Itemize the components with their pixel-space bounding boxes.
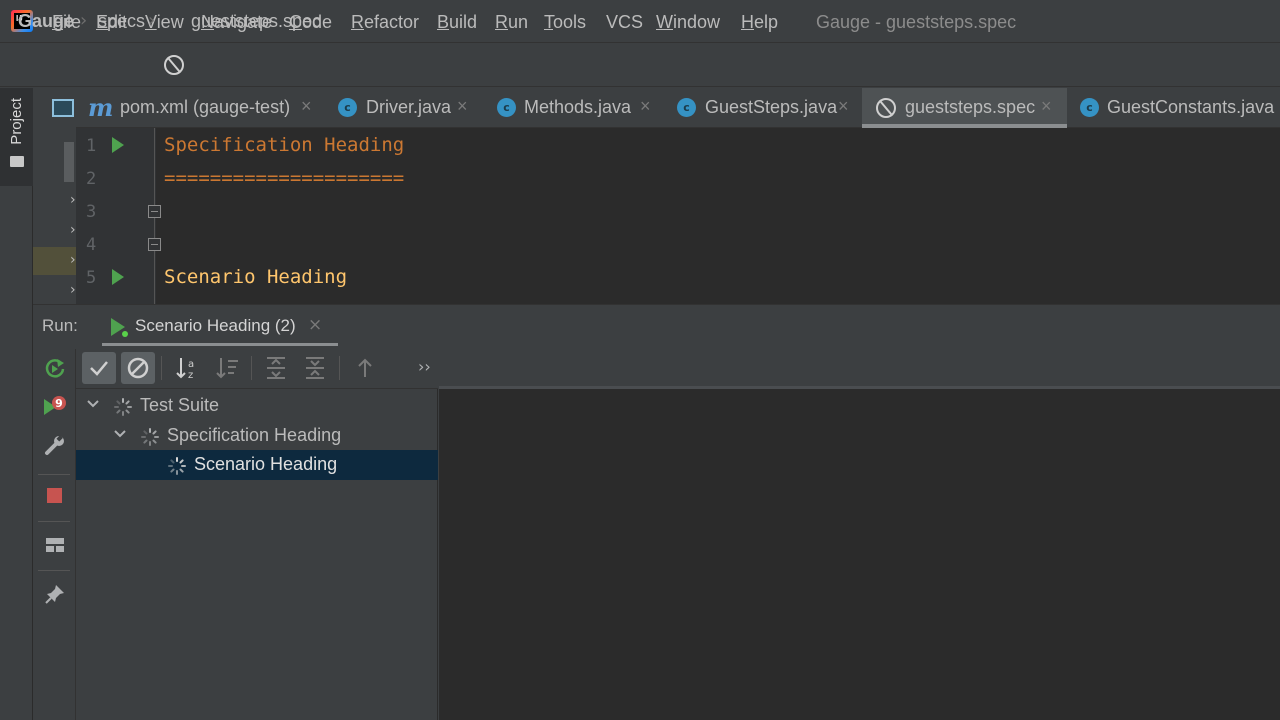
breadcrumb-separator-icon: › — [80, 10, 88, 31]
chevron-right-icon[interactable]: › — [70, 282, 76, 298]
tab-guestconstants-java[interactable]: c GuestConstants.java — [1072, 88, 1280, 128]
chevron-right-icon[interactable]: › — [70, 192, 76, 208]
show-ignored-button[interactable] — [121, 352, 155, 384]
console-output[interactable] — [439, 386, 1280, 720]
tab-gueststeps-java[interactable]: c GuestSteps.java × — [669, 88, 859, 128]
line-number: 5 — [86, 268, 97, 288]
run-gutter-icon[interactable] — [112, 269, 124, 285]
java-class-icon: c — [1080, 98, 1099, 117]
project-tool-label[interactable]: Project — [8, 98, 25, 145]
code-line-1[interactable]: Specification Heading — [164, 134, 404, 156]
toolbar-separator — [38, 474, 70, 475]
toolbar-separator — [38, 570, 70, 571]
code-line-5[interactable]: Scenario Heading — [164, 266, 347, 288]
arrow-up-icon — [358, 358, 372, 377]
loading-spinner-icon — [168, 457, 186, 475]
tree-label: Specification Heading — [167, 425, 342, 445]
svg-text:z: z — [188, 370, 193, 381]
rerun-failed-icon[interactable]: 9 — [44, 395, 66, 417]
line-number: 3 — [86, 202, 97, 222]
toolbar-separator — [251, 356, 252, 380]
menu-refactor[interactable]: Refactor — [351, 12, 419, 33]
checkmark-icon — [90, 361, 108, 376]
tree-row-test-suite[interactable]: Test Suite — [76, 391, 438, 421]
ignored-icon — [127, 357, 149, 379]
tree-label: Scenario Heading — [194, 454, 338, 474]
menu-vcs[interactable]: VCS — [606, 12, 643, 33]
line-number: 1 — [86, 136, 97, 156]
java-class-icon: c — [338, 98, 357, 117]
chevron-right-icon[interactable]: › — [70, 222, 76, 238]
show-passed-button[interactable] — [82, 352, 116, 384]
tree-row-scenario[interactable]: Scenario Heading — [76, 450, 438, 480]
breadcrumb-separator-icon: › — [148, 10, 156, 31]
window-title: Gauge - gueststeps.spec — [816, 12, 1017, 32]
gauge-spec-icon — [164, 55, 184, 75]
expand-all-button[interactable] — [259, 352, 293, 384]
toolbar-separator — [339, 356, 340, 380]
layout-icon[interactable] — [44, 534, 66, 556]
run-gutter-icon[interactable] — [112, 137, 124, 153]
close-icon[interactable]: × — [838, 96, 849, 117]
collapse-all-button[interactable] — [298, 352, 332, 384]
collapse-all-icon — [306, 357, 324, 379]
close-icon[interactable]: × — [640, 96, 651, 117]
menu-tools[interactable]: Tools — [544, 12, 586, 33]
menu-build[interactable]: Build — [437, 12, 477, 33]
svg-text:a: a — [188, 359, 194, 370]
tree-row-specification[interactable]: Specification Heading — [76, 421, 438, 451]
svg-text:9: 9 — [55, 397, 63, 410]
sort-duration-icon — [216, 358, 238, 379]
tree-label: Test Suite — [140, 395, 220, 415]
folder-icon — [10, 156, 24, 167]
close-icon[interactable]: × — [457, 96, 468, 117]
breadcrumb — [0, 44, 1280, 87]
toolbar-separator — [38, 521, 70, 522]
code-line-2[interactable]: ===================== — [164, 167, 404, 189]
java-class-icon: c — [677, 98, 696, 117]
sort-alpha-icon: a z — [176, 358, 194, 381]
gauge-spec-icon — [876, 98, 896, 118]
breadcrumb-file[interactable]: gueststeps.spec — [191, 11, 321, 32]
close-icon[interactable]: × — [308, 315, 322, 335]
wrench-icon[interactable] — [44, 434, 66, 456]
pin-icon[interactable] — [44, 583, 66, 605]
loading-spinner-icon — [114, 398, 132, 416]
maven-icon: m — [88, 93, 114, 122]
chevron-down-icon[interactable] — [113, 427, 127, 441]
expand-all-icon — [267, 357, 285, 379]
breadcrumb-project[interactable]: Gauge — [18, 11, 74, 32]
previous-failed-button[interactable] — [348, 352, 382, 384]
fold-icon[interactable] — [148, 238, 161, 251]
line-number: 4 — [86, 235, 97, 255]
tab-methods-java[interactable]: c Methods.java × — [489, 88, 659, 128]
loading-spinner-icon — [141, 428, 159, 446]
toolbar-separator — [161, 356, 162, 380]
sort-alphabetically-button[interactable]: a z — [171, 352, 205, 384]
structure-view-icon[interactable] — [52, 99, 74, 117]
run-tab-label: Scenario Heading (2) — [135, 316, 296, 335]
breadcrumb-folder[interactable]: specs — [98, 11, 145, 32]
menu-help[interactable]: Help — [741, 12, 778, 33]
console-header — [439, 349, 1280, 386]
line-number: 2 — [86, 169, 97, 189]
project-scrollbar[interactable] — [64, 142, 74, 182]
rerun-icon[interactable] — [44, 357, 66, 379]
stop-icon[interactable] — [47, 488, 62, 503]
close-icon[interactable]: × — [1041, 96, 1052, 117]
menu-run[interactable]: Run — [495, 12, 528, 33]
running-indicator-icon — [122, 331, 128, 337]
run-label: Run: — [42, 316, 78, 335]
chevron-right-icon[interactable]: › — [70, 252, 76, 268]
tab-driver-java[interactable]: c Driver.java × — [330, 88, 480, 128]
tab-gueststeps-spec[interactable]: gueststeps.spec × — [862, 88, 1067, 128]
menu-window[interactable]: Window — [656, 12, 720, 33]
sort-by-duration-button[interactable] — [211, 352, 245, 384]
chevron-down-icon[interactable] — [86, 397, 100, 411]
tab-pom-xml[interactable]: m pom.xml (gauge-test) × — [84, 88, 324, 128]
java-class-icon: c — [497, 98, 516, 117]
close-icon[interactable]: × — [301, 96, 312, 117]
more-actions-icon[interactable]: ›› — [418, 357, 431, 376]
fold-icon[interactable] — [148, 205, 161, 218]
